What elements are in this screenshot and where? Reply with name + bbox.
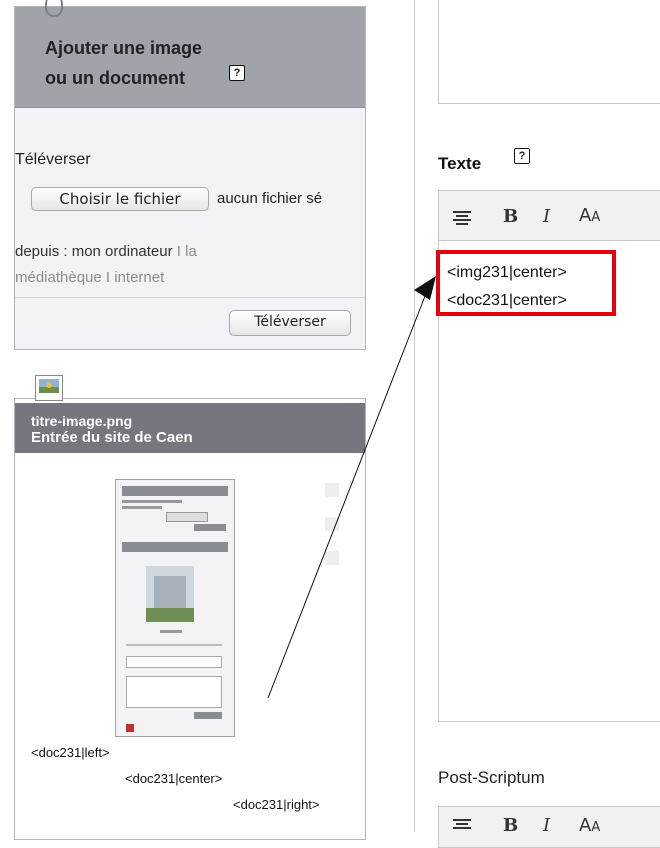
arrow-head (414, 276, 436, 300)
annotation-arrow (267, 276, 436, 699)
